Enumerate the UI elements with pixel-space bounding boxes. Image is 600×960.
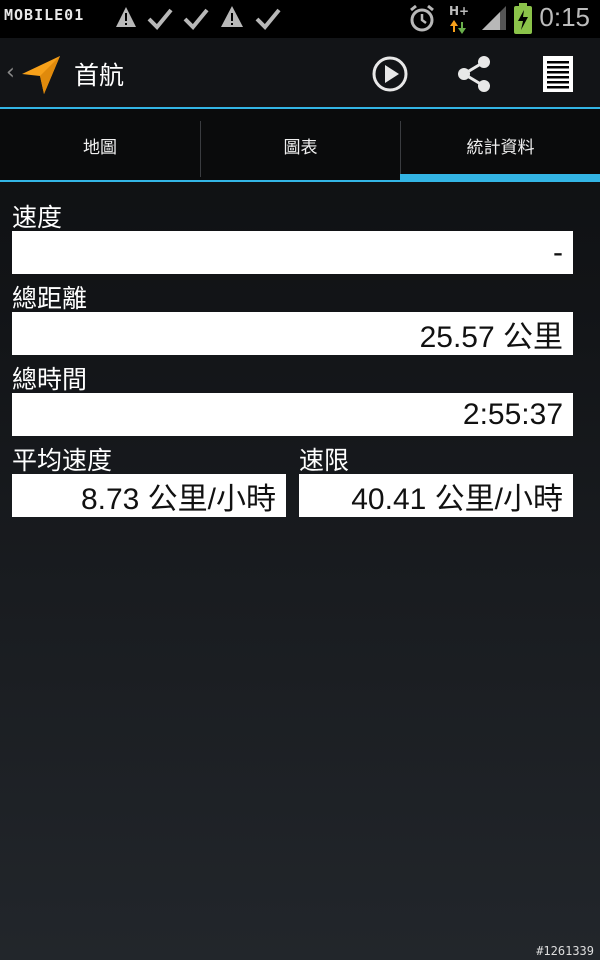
- total-time-value-text: 2:55:37: [462, 397, 563, 431]
- data-arrows-icon: [450, 20, 466, 34]
- speed-limit-value: 40.41 公里/小時: [299, 474, 573, 517]
- tab-map[interactable]: 地圖: [0, 109, 200, 182]
- average-speed-value-text: 8.73 公里/小時: [80, 482, 276, 516]
- image-id-watermark: #1261339: [536, 944, 594, 958]
- tab-underline: [0, 180, 400, 182]
- tab-chart[interactable]: 圖表: [201, 109, 400, 182]
- network-type: H+: [449, 4, 470, 18]
- list-icon[interactable]: [538, 54, 578, 94]
- app-title: 首航: [74, 61, 125, 90]
- alarm-icon: [410, 4, 434, 32]
- check-icon: [183, 8, 209, 30]
- total-time-label: 總時間: [12, 365, 88, 394]
- speed-value: -: [12, 231, 573, 274]
- average-speed-value: 8.73 公里/小時: [12, 474, 286, 517]
- total-distance-label: 總距離: [12, 284, 88, 313]
- tab-label: 圖表: [283, 138, 318, 158]
- battery-charging-icon: [514, 3, 532, 34]
- speed-limit-value-text: 40.41 公里/小時: [351, 482, 563, 516]
- up-caret-icon[interactable]: ‹: [6, 60, 15, 85]
- tab-statistics[interactable]: 統計資料: [401, 109, 600, 182]
- speed-value-text: -: [553, 235, 563, 269]
- play-icon[interactable]: [370, 54, 410, 94]
- warning-icon: [116, 7, 136, 27]
- status-bar: MOBILE01 H+ 0:15: [0, 0, 600, 38]
- tab-bar: 地圖 圖表 統計資料: [0, 109, 600, 182]
- average-speed-label: 平均速度: [12, 446, 113, 475]
- total-time-value: 2:55:37: [12, 393, 573, 436]
- check-icon: [255, 8, 281, 30]
- signal-icon: [482, 6, 506, 30]
- watermark-logo: MOBILE01: [4, 6, 85, 24]
- tab-label: 地圖: [83, 138, 117, 158]
- speed-limit-label: 速限: [299, 446, 350, 475]
- status-time: 0:15: [539, 2, 590, 32]
- navigation-arrow-icon[interactable]: [20, 54, 62, 96]
- speed-label: 速度: [12, 203, 63, 232]
- tab-selected-indicator: [400, 174, 600, 182]
- warning-icon: [221, 6, 243, 27]
- total-distance-value-text: 25.57 公里: [419, 320, 563, 354]
- share-icon[interactable]: [454, 54, 494, 94]
- total-distance-value: 25.57 公里: [12, 312, 573, 355]
- check-icon: [147, 8, 173, 30]
- tab-label: 統計資料: [466, 138, 535, 158]
